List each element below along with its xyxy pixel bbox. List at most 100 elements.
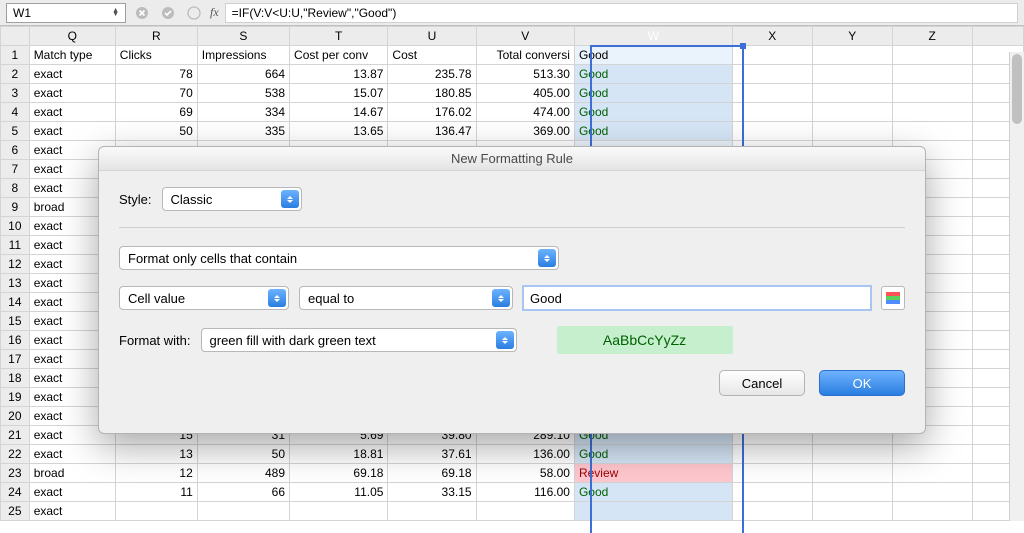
col-header-U[interactable]: U xyxy=(388,27,476,46)
cell[interactable]: 58.00 xyxy=(476,464,574,483)
cell[interactable] xyxy=(812,445,892,464)
cell[interactable]: exact xyxy=(29,122,115,141)
condition-target-select[interactable]: Cell value xyxy=(119,286,289,310)
cell[interactable] xyxy=(812,502,892,521)
cell[interactable]: 513.30 xyxy=(476,65,574,84)
cell[interactable]: 180.85 xyxy=(388,84,476,103)
cell[interactable] xyxy=(732,65,812,84)
cell[interactable]: exact xyxy=(29,103,115,122)
cell[interactable]: 50 xyxy=(115,122,197,141)
cell[interactable] xyxy=(812,483,892,502)
row-header[interactable]: 9 xyxy=(1,198,30,217)
cell[interactable]: 69.18 xyxy=(388,464,476,483)
cell[interactable] xyxy=(732,84,812,103)
cell[interactable]: broad xyxy=(29,464,115,483)
cell[interactable] xyxy=(892,445,972,464)
row-header[interactable]: 4 xyxy=(1,103,30,122)
cell[interactable]: Good xyxy=(574,445,732,464)
cell-reference-box[interactable]: W1 ▲▼ xyxy=(6,3,126,23)
row-header[interactable]: 7 xyxy=(1,160,30,179)
cell[interactable]: 12 xyxy=(115,464,197,483)
row-header[interactable]: 15 xyxy=(1,312,30,331)
row-header[interactable]: 18 xyxy=(1,369,30,388)
cell[interactable]: Review xyxy=(574,464,732,483)
scrollbar-thumb[interactable] xyxy=(1012,54,1022,124)
cell[interactable]: 334 xyxy=(197,103,289,122)
row-header[interactable]: 3 xyxy=(1,84,30,103)
cell[interactable] xyxy=(732,103,812,122)
condition-value-input[interactable] xyxy=(523,286,871,310)
cell[interactable]: 33.15 xyxy=(388,483,476,502)
cell[interactable]: exact xyxy=(29,65,115,84)
vertical-scrollbar[interactable] xyxy=(1009,52,1024,521)
col-header-Z[interactable]: Z xyxy=(892,27,972,46)
cell[interactable]: 116.00 xyxy=(476,483,574,502)
cell[interactable] xyxy=(812,46,892,65)
cell[interactable]: 538 xyxy=(197,84,289,103)
cell[interactable]: 176.02 xyxy=(388,103,476,122)
cell[interactable] xyxy=(732,445,812,464)
range-picker-button[interactable] xyxy=(881,286,905,310)
cell[interactable] xyxy=(812,122,892,141)
ok-button[interactable]: OK xyxy=(819,370,905,396)
cell[interactable]: 474.00 xyxy=(476,103,574,122)
cell[interactable] xyxy=(892,483,972,502)
rule-type-select[interactable]: Format only cells that contain xyxy=(119,246,559,270)
cell[interactable]: 37.61 xyxy=(388,445,476,464)
cell[interactable] xyxy=(812,84,892,103)
col-header-S[interactable]: S xyxy=(197,27,289,46)
col-header-W[interactable]: W xyxy=(574,27,732,46)
row-header[interactable]: 23 xyxy=(1,464,30,483)
cell[interactable] xyxy=(732,483,812,502)
cell[interactable]: 235.78 xyxy=(388,65,476,84)
cell[interactable]: 405.00 xyxy=(476,84,574,103)
cell[interactable]: 69 xyxy=(115,103,197,122)
format-with-select[interactable]: green fill with dark green text xyxy=(201,328,517,352)
row-header[interactable]: 24 xyxy=(1,483,30,502)
row-header[interactable]: 8 xyxy=(1,179,30,198)
row-header[interactable]: 10 xyxy=(1,217,30,236)
cell[interactable] xyxy=(574,502,732,521)
cell[interactable]: 13 xyxy=(115,445,197,464)
cell[interactable]: Good xyxy=(574,103,732,122)
fx-label[interactable]: fx xyxy=(210,3,219,23)
cell[interactable]: 369.00 xyxy=(476,122,574,141)
selection-handle[interactable] xyxy=(740,43,746,49)
cell[interactable]: 335 xyxy=(197,122,289,141)
row-header[interactable]: 14 xyxy=(1,293,30,312)
cell[interactable]: 70 xyxy=(115,84,197,103)
cell[interactable] xyxy=(732,502,812,521)
cell[interactable]: Good xyxy=(574,65,732,84)
cell[interactable] xyxy=(115,502,197,521)
cell[interactable]: exact xyxy=(29,84,115,103)
cell[interactable] xyxy=(732,122,812,141)
col-header-Y[interactable]: Y xyxy=(812,27,892,46)
col-header-R[interactable]: R xyxy=(115,27,197,46)
cell[interactable]: 69.18 xyxy=(290,464,388,483)
formula-input[interactable]: =IF(V:V<U:U,"Review","Good") xyxy=(225,3,1018,23)
row-header[interactable]: 19 xyxy=(1,388,30,407)
col-header-T[interactable]: T xyxy=(290,27,388,46)
row-header[interactable]: 17 xyxy=(1,350,30,369)
cell[interactable] xyxy=(892,122,972,141)
cell[interactable]: exact xyxy=(29,502,115,521)
cell[interactable] xyxy=(892,65,972,84)
condition-operator-select[interactable]: equal to xyxy=(299,286,513,310)
col-header-Q[interactable]: Q xyxy=(29,27,115,46)
cell[interactable]: 13.65 xyxy=(290,122,388,141)
cell[interactable] xyxy=(892,502,972,521)
formula-builder-icon[interactable] xyxy=(184,3,204,23)
cell[interactable]: 50 xyxy=(197,445,289,464)
cell[interactable]: 136.00 xyxy=(476,445,574,464)
cell[interactable]: 664 xyxy=(197,65,289,84)
cell[interactable] xyxy=(388,502,476,521)
row-header[interactable]: 1 xyxy=(1,46,30,65)
cell[interactable] xyxy=(892,84,972,103)
cell[interactable]: Cost xyxy=(388,46,476,65)
row-header[interactable]: 21 xyxy=(1,426,30,445)
accept-formula-icon[interactable] xyxy=(158,3,178,23)
cell[interactable] xyxy=(476,502,574,521)
row-header[interactable]: 25 xyxy=(1,502,30,521)
cell[interactable]: exact xyxy=(29,445,115,464)
cell[interactable]: 489 xyxy=(197,464,289,483)
